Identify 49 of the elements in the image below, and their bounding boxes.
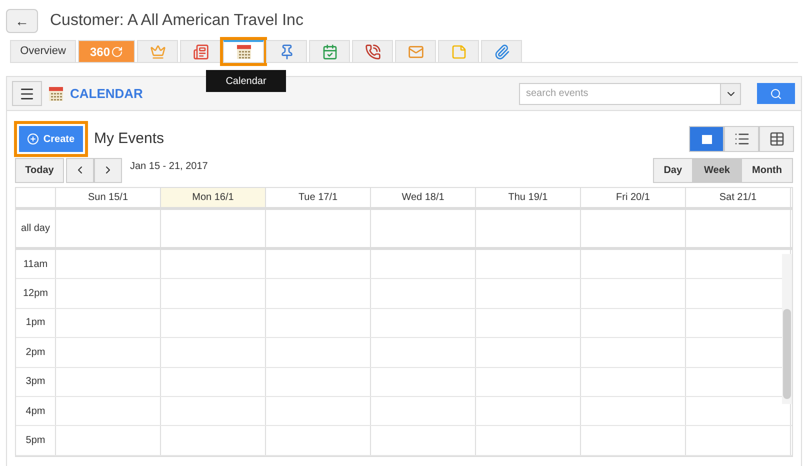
search-icon (770, 88, 782, 100)
day-header: Sat 21/1 (686, 188, 791, 207)
refresh-icon (111, 46, 124, 58)
hour-label: 4pm (16, 396, 56, 426)
menu-icon (19, 86, 35, 102)
view-toggle[interactable] (724, 126, 759, 152)
section-heading: My Events (94, 128, 164, 149)
range-toggle[interactable]: Month (741, 158, 793, 182)
day-header: Fri 20/1 (581, 188, 686, 207)
day-header: Mon 16/1 (161, 188, 266, 207)
phone-icon (364, 44, 380, 60)
calendar-check-icon (322, 44, 338, 60)
page-title: Customer: A All American Travel Inc (50, 11, 304, 31)
menu-button[interactable] (12, 81, 42, 106)
search-button[interactable] (757, 83, 795, 104)
day-header: Wed 18/1 (371, 188, 476, 207)
paperclip-icon (494, 44, 510, 60)
day-header: Thu 19/1 (476, 188, 581, 207)
today-button[interactable]: Today (15, 158, 64, 182)
tab[interactable] (223, 40, 264, 63)
range-toggle[interactable]: Week (693, 158, 741, 182)
newspaper-icon (192, 44, 208, 60)
tooltip: Calendar (206, 70, 286, 92)
search-input[interactable]: search events (520, 84, 720, 104)
hour-label: 5pm (16, 426, 56, 455)
mail-icon (408, 44, 424, 60)
view-toggle[interactable] (759, 126, 794, 152)
note-icon (450, 44, 466, 60)
hour-label: 11am (16, 250, 56, 278)
range-toggle[interactable]: Day (652, 158, 694, 182)
back-button[interactable]: ← (6, 9, 38, 33)
calendar-heading: CALENDAR (70, 84, 143, 103)
table-icon (768, 131, 784, 147)
day-header: Tue 17/1 (266, 188, 371, 207)
hour-label: 3pm (16, 368, 56, 396)
list-icon (734, 131, 750, 147)
view-toggle[interactable] (689, 126, 724, 152)
create-button[interactable]: Create (19, 126, 83, 152)
pin-icon (278, 44, 294, 60)
search-field[interactable]: search events (519, 82, 741, 104)
crown-icon (150, 44, 166, 60)
tab[interactable]: Overview (10, 40, 76, 63)
all-day-label: all day (16, 210, 56, 247)
dropdown-button[interactable] (720, 84, 740, 104)
date-range: Jan 15 - 21, 2017 (130, 160, 208, 174)
plus-icon (27, 133, 40, 145)
hour-label: 12pm (16, 279, 56, 308)
hour-label: 1pm (16, 308, 56, 338)
hour-label: 2pm (16, 338, 56, 367)
